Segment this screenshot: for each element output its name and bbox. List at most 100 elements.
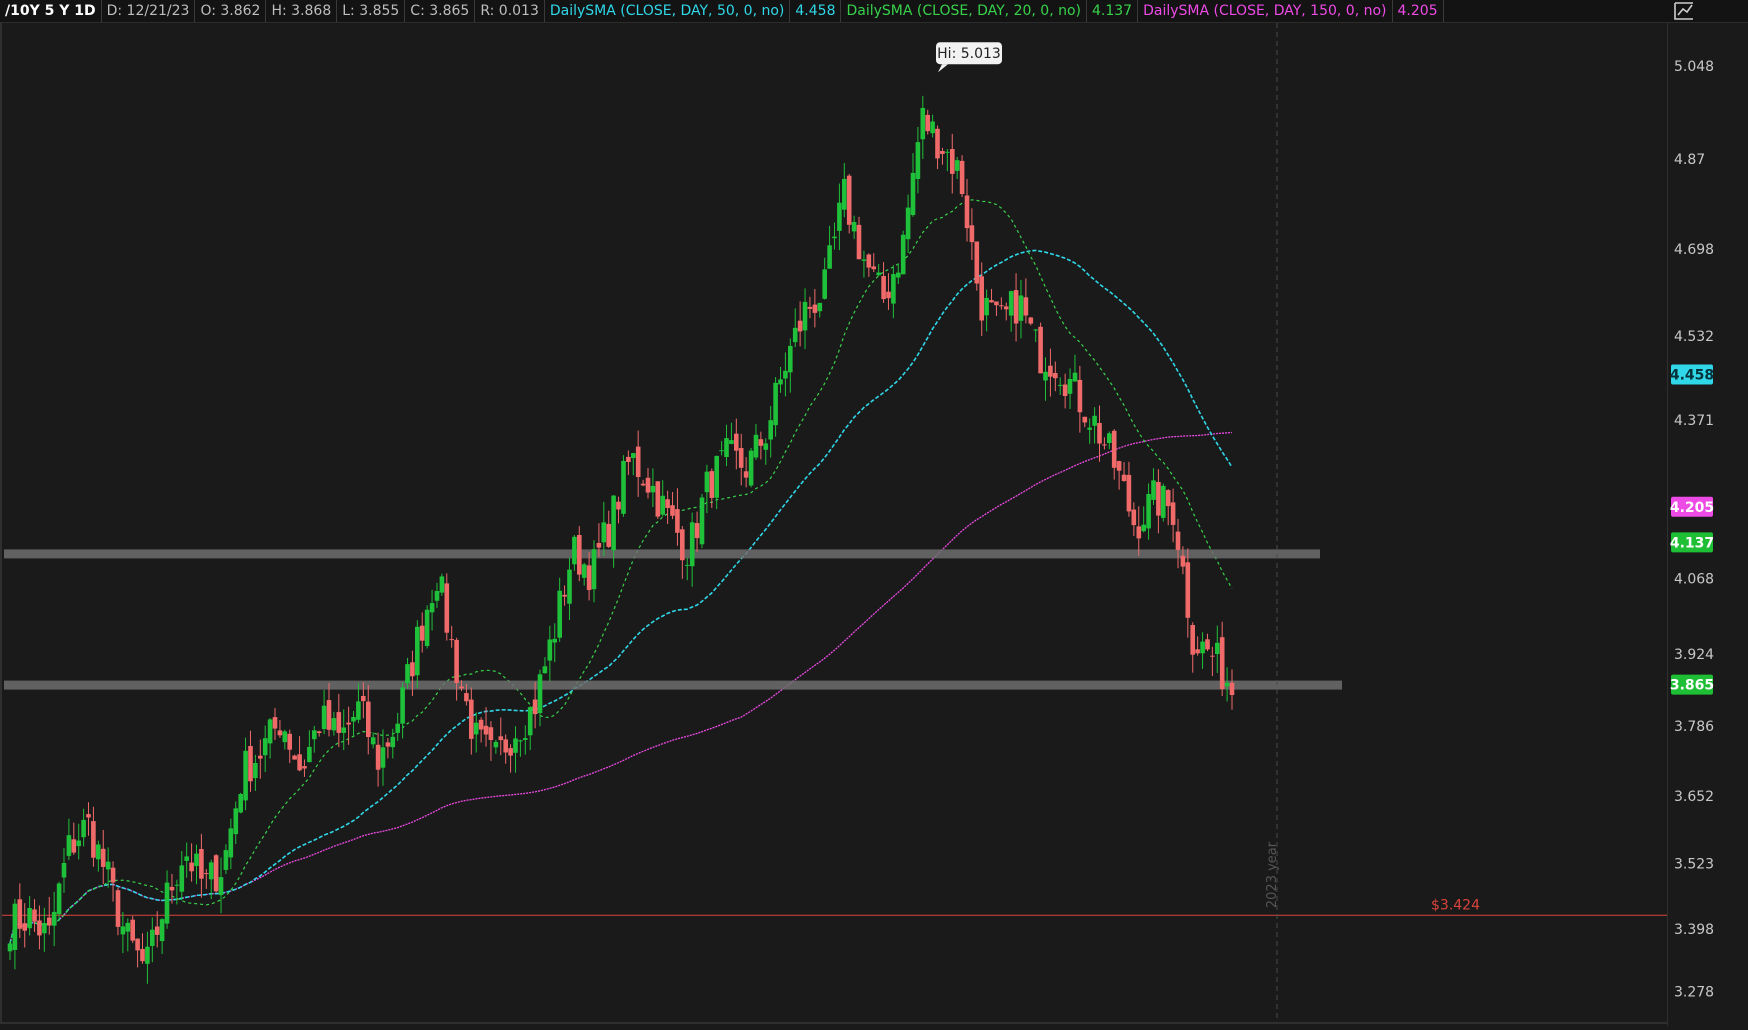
candle-body — [635, 446, 641, 477]
candle-body — [272, 717, 278, 729]
candle-body — [1185, 562, 1191, 618]
candle-body — [174, 884, 180, 886]
candle-body — [812, 304, 818, 313]
candle-body — [581, 564, 587, 578]
candle-body — [1087, 427, 1092, 430]
candle-body — [1082, 416, 1088, 423]
candle-body — [984, 297, 989, 316]
candle-body — [552, 638, 557, 643]
close-readout: C: 3.865 — [405, 0, 476, 22]
price-tick-label: 3.278 — [1674, 985, 1714, 1001]
candle-body — [591, 549, 597, 590]
candle-body — [282, 731, 288, 743]
candle-body — [267, 719, 273, 744]
candle-body — [243, 750, 248, 801]
candle-body — [469, 699, 474, 739]
candle-body — [419, 625, 425, 641]
candle-body — [184, 856, 189, 861]
candle-body — [935, 128, 940, 159]
candle-body — [473, 722, 479, 735]
candle-body — [375, 744, 381, 770]
candle-body — [17, 899, 23, 929]
candle-body — [645, 477, 651, 493]
candle-body — [1205, 639, 1210, 650]
price-axis[interactable]: 3.278 3.398 3.523 3.652 3.786 3.924 4.068 4.371… — [1667, 23, 1748, 1026]
candle-body — [154, 926, 160, 935]
candle-body — [842, 178, 847, 210]
candle-body — [861, 259, 867, 261]
candle-body — [763, 443, 769, 450]
candle-body — [1062, 384, 1068, 396]
candle-body — [1126, 474, 1132, 512]
candle-body — [194, 853, 199, 867]
candle-body — [164, 882, 170, 924]
candle-body — [356, 701, 361, 720]
price-chart[interactable]: $3.424 2023 year Hi: 5.013 — [0, 23, 1667, 1024]
candle-body — [1077, 379, 1083, 413]
candle-body — [238, 794, 243, 813]
candle-body — [312, 730, 317, 740]
symbol-label[interactable]: /10Y 5 Y 1D — [0, 0, 102, 22]
candle-body — [626, 456, 631, 462]
sma50-study-label[interactable]: DailySMA (CLOSE, DAY, 50, 0, no) — [545, 0, 791, 22]
candle-body — [321, 705, 327, 729]
candle-body — [1092, 415, 1097, 426]
candle-body — [734, 433, 739, 451]
candle-body — [56, 883, 62, 915]
candle-body — [802, 301, 808, 331]
candle-body — [444, 583, 450, 633]
candle-body — [248, 746, 253, 782]
candle-body — [464, 693, 469, 702]
chart-settings-icon[interactable] — [1672, 0, 1696, 22]
candle-body — [896, 272, 901, 278]
candle-body — [1072, 372, 1078, 382]
candle-body — [959, 160, 965, 194]
candle-body — [851, 222, 857, 232]
price-tick-label: 3.652 — [1674, 789, 1714, 805]
candle-body — [1097, 423, 1102, 444]
year-divider-label: 2023 year — [1265, 841, 1280, 908]
candle-body — [110, 867, 116, 883]
candle-body — [817, 302, 823, 312]
support-band — [4, 680, 1342, 690]
candle-body — [940, 151, 945, 154]
candle-body — [478, 719, 484, 730]
sma150-study-label[interactable]: DailySMA (CLOSE, DAY, 150, 0, no) — [1138, 0, 1393, 22]
candle-body — [542, 666, 548, 674]
candle-body — [100, 848, 106, 867]
candle-body — [778, 379, 783, 385]
candle-body — [601, 522, 607, 543]
candle-body — [1210, 655, 1215, 657]
candle-body — [758, 439, 764, 446]
price-chart-canvas[interactable]: $3.424 2023 year Hi: 5.013 — [2, 23, 1667, 1022]
chart-header: /10Y 5 Y 1D D: 12/21/23 O: 3.862 H: 3.86… — [0, 0, 1748, 23]
candle-body — [361, 696, 366, 702]
candle-body — [1057, 384, 1063, 386]
candle-body — [513, 738, 518, 753]
candle-body — [223, 850, 229, 870]
candle-body — [199, 849, 204, 879]
price-tick-label: 5.048 — [1674, 59, 1714, 75]
candle-body — [449, 639, 454, 641]
candle-body — [32, 909, 37, 922]
candle-body — [297, 754, 302, 771]
candle-body — [950, 149, 955, 174]
candle-body — [768, 420, 773, 440]
candle-body — [1033, 329, 1038, 331]
candle-body — [753, 434, 759, 458]
candle-body — [385, 742, 391, 747]
candle-body — [689, 522, 695, 567]
candle-body — [905, 207, 911, 240]
candle-body — [326, 700, 332, 730]
sma20-study-label[interactable]: DailySMA (CLOSE, DAY, 20, 0, no) — [841, 0, 1087, 22]
candle-body — [797, 320, 803, 332]
candle-body — [527, 707, 533, 736]
candle-body — [115, 890, 121, 927]
candle-body — [881, 276, 886, 300]
candle-body — [729, 440, 734, 444]
candle-body — [351, 717, 356, 722]
price-badge-label: 4.205 — [1670, 500, 1714, 516]
price-axis-canvas: 3.278 3.398 3.523 3.652 3.786 3.924 4.068 4.371… — [1670, 59, 1714, 1001]
candle-body — [1136, 526, 1142, 539]
candle-body — [366, 701, 371, 737]
